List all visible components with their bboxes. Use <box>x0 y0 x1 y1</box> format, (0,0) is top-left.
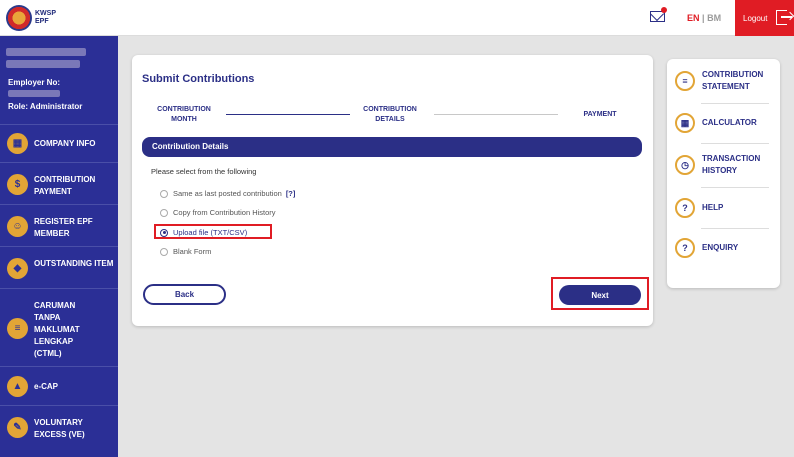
upload-option-highlight <box>154 224 272 239</box>
option-blank-form[interactable]: Blank Form <box>160 247 211 256</box>
quick-link-help[interactable]: ? HELP <box>667 197 780 219</box>
lang-bm-link[interactable]: BM <box>707 13 721 23</box>
help-tooltip-link[interactable]: [?] <box>286 189 296 198</box>
top-header: KWSP EPF EN | BM Logout <box>0 0 794 36</box>
sidebar-item-label: e-CAP <box>34 382 59 391</box>
sidebar: Employer No: Role: Administrator ▦ COMPA… <box>0 36 118 457</box>
radio-button[interactable] <box>160 208 168 217</box>
step-contribution-details: CONTRIBUTION DETAILS <box>363 106 417 123</box>
sidebar-divider <box>0 246 118 247</box>
back-button[interactable]: Back <box>143 284 226 305</box>
submit-contributions-card: Submit Contributions CONTRIBUTION MONTH … <box>132 55 653 326</box>
sidebar-item-label: CONTRIBUTION PAYMENT <box>34 175 96 196</box>
panel-divider <box>701 103 769 104</box>
sidebar-item-ctml[interactable]: ≡ CARUMAN TANPA MAKLUMAT LENGKAP (CTML) <box>0 298 118 360</box>
panel-divider <box>701 228 769 229</box>
kwsp-emblem-icon <box>6 5 32 31</box>
logo-line2: EPF <box>35 18 49 25</box>
sidebar-item-outstanding-item[interactable]: ◆ OUTSTANDING ITEM <box>0 256 118 282</box>
option-label: Blank Form <box>173 247 212 256</box>
quick-link-label: ENQUIRY <box>702 243 739 252</box>
quick-link-label: TRANSACTION HISTORY <box>702 154 761 175</box>
step-connector-completed <box>226 114 350 115</box>
cap-icon: ▲ <box>7 376 28 397</box>
redacted-company-name <box>6 48 86 56</box>
redacted-employer-number <box>8 90 60 97</box>
selection-prompt: Please select from the following <box>151 167 257 176</box>
sidebar-divider <box>0 124 118 125</box>
quick-link-label: CONTRIBUTION STATEMENT <box>702 70 764 91</box>
logout-icon <box>776 10 787 25</box>
coin-icon: $ <box>7 174 28 195</box>
sidebar-item-ecap[interactable]: ▲ e-CAP <box>0 376 118 398</box>
sidebar-divider <box>0 162 118 163</box>
logout-button[interactable]: Logout <box>735 0 794 36</box>
calculator-icon: ▦ <box>675 113 695 133</box>
statement-icon: ≡ <box>675 71 695 91</box>
sidebar-divider <box>0 288 118 289</box>
logo-line1: KWSP <box>35 10 56 17</box>
language-switch: EN | BM <box>687 13 721 23</box>
sidebar-item-label: COMPANY INFO <box>34 139 96 148</box>
sidebar-divider <box>0 405 118 406</box>
quick-link-transaction-history[interactable]: ◷ TRANSACTION HISTORY <box>667 152 780 178</box>
help-book-icon: ? <box>675 198 695 218</box>
quick-link-label: CALCULATOR <box>702 118 757 127</box>
money-bag-icon: ◆ <box>7 258 28 279</box>
user-add-icon: ☺ <box>7 216 28 237</box>
panel-divider <box>701 143 769 144</box>
step-contribution-month: CONTRIBUTION MONTH <box>157 106 211 123</box>
sidebar-item-label: REGISTER EPF MEMBER <box>34 217 93 238</box>
quick-link-enquiry[interactable]: ? ENQUIRY <box>667 237 780 259</box>
option-label: Same as last posted contribution <box>173 189 282 198</box>
step-connector-pending <box>434 114 558 115</box>
next-button[interactable]: Next <box>559 285 641 305</box>
logout-arrow-icon <box>781 16 792 18</box>
sidebar-item-label: CARUMAN TANPA MAKLUMAT LENGKAP (CTML) <box>34 301 80 358</box>
clipboard-icon: ✎ <box>7 417 28 438</box>
notification-dot <box>661 7 667 13</box>
sidebar-item-contribution-payment[interactable]: $ CONTRIBUTION PAYMENT <box>0 172 118 198</box>
option-label: Copy from Contribution History <box>173 208 276 217</box>
page-title: Submit Contributions <box>142 73 255 85</box>
quick-link-label: HELP <box>702 203 724 212</box>
sidebar-divider <box>0 366 118 367</box>
option-same-as-last[interactable]: Same as last posted contribution [?] <box>160 189 295 198</box>
history-icon: ◷ <box>675 155 695 175</box>
radio-button[interactable] <box>160 247 168 256</box>
step-payment: PAYMENT <box>583 111 617 118</box>
logout-label: Logout <box>743 13 768 23</box>
lang-en-link[interactable]: EN <box>687 13 700 23</box>
sidebar-item-label: OUTSTANDING ITEM <box>34 259 114 268</box>
building-icon: ▦ <box>7 133 28 154</box>
kwsp-logo[interactable]: KWSP EPF <box>6 5 56 31</box>
sidebar-item-register-epf-member[interactable]: ☺ REGISTER EPF MEMBER <box>0 214 118 240</box>
panel-divider <box>701 187 769 188</box>
quick-link-contribution-statement[interactable]: ≡ CONTRIBUTION STATEMENT <box>667 68 780 94</box>
lang-separator: | <box>702 13 705 23</box>
document-icon: ≡ <box>7 318 28 339</box>
option-copy-history[interactable]: Copy from Contribution History <box>160 208 276 217</box>
contribution-details-header: Contribution Details <box>142 137 642 157</box>
redacted-company-name-2 <box>6 60 80 68</box>
employer-number-label: Employer No: <box>8 78 61 87</box>
quick-links-panel: ≡ CONTRIBUTION STATEMENT ▦ CALCULATOR ◷ … <box>667 59 780 288</box>
sidebar-divider <box>0 204 118 205</box>
sidebar-item-voluntary-excess[interactable]: ✎ VOLUNTARY EXCESS (VE) <box>0 415 118 441</box>
logo-text: KWSP EPF <box>35 10 56 26</box>
sidebar-item-company-info[interactable]: ▦ COMPANY INFO <box>0 133 118 155</box>
sidebar-item-label: VOLUNTARY EXCESS (VE) <box>34 418 85 439</box>
quick-link-calculator[interactable]: ▦ CALCULATOR <box>667 112 780 134</box>
radio-button[interactable] <box>160 189 168 198</box>
role-label: Role: Administrator <box>8 102 83 111</box>
enquiry-icon: ? <box>675 238 695 258</box>
